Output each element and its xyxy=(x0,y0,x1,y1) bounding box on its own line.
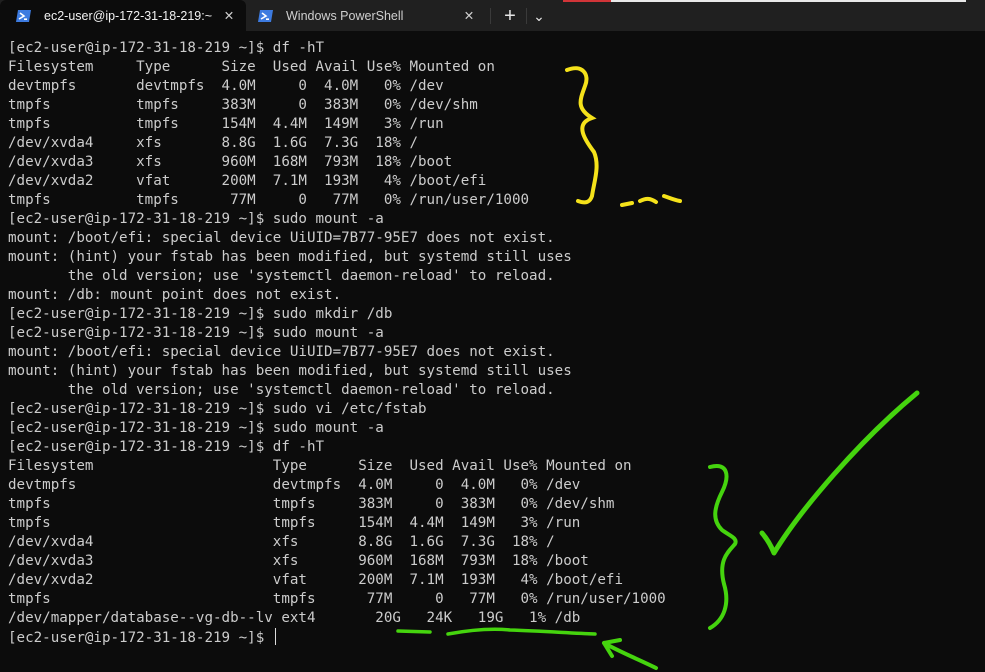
terminal-prompt-line[interactable]: [ec2-user@ip-172-31-18-219 ~]$ xyxy=(8,628,985,647)
terminal-line: mount: (hint) your fstab has been modifi… xyxy=(8,363,572,379)
terminal-line: tmpfs tmpfs 77M 0 77M 0% /run/user/1000 xyxy=(8,192,530,208)
terminal-line: [ec2-user@ip-172-31-18-219 ~]$ sudo vi /… xyxy=(8,401,427,417)
terminal-line: /dev/xvda4 xfs 8.8G 1.6G 7.3G 18% / xyxy=(8,135,418,151)
terminal-line: devtmpfs devtmpfs 4.0M 0 4.0M 0% /dev xyxy=(8,78,444,94)
powershell-icon xyxy=(16,7,34,25)
terminal-line: Filesystem Type Size Used Avail Use% Mou… xyxy=(8,59,495,75)
terminal-line: the old version; use 'systemctl daemon-r… xyxy=(8,268,555,284)
window-accent-strip xyxy=(563,0,611,2)
terminal-line: tmpfs tmpfs 154M 4.4M 149M 3% /run xyxy=(8,116,444,132)
terminal-line: mount: /boot/efi: special device UiUID=7… xyxy=(8,230,555,246)
terminal-output[interactable]: [ec2-user@ip-172-31-18-219 ~]$ df -hT Fi… xyxy=(8,39,985,647)
terminal-line: /dev/xvda3 xfs 960M 168M 793M 18% /boot xyxy=(8,553,589,569)
terminal-line: /dev/xvda2 vfat 200M 7.1M 193M 4% /boot/… xyxy=(8,173,487,189)
tab-label: Windows PowerShell xyxy=(286,8,404,23)
terminal-line: tmpfs tmpfs 77M 0 77M 0% /run/user/1000 xyxy=(8,591,666,607)
terminal-line: [ec2-user@ip-172-31-18-219 ~]$ df -hT xyxy=(8,439,325,455)
tab-ec2-session[interactable]: ec2-user@ip-172-31-18-219:~ ✕ xyxy=(0,0,246,31)
terminal-line: [ec2-user@ip-172-31-18-219 ~]$ sudo moun… xyxy=(8,325,384,341)
terminal-line: tmpfs tmpfs 383M 0 383M 0% /dev/shm xyxy=(8,97,478,113)
terminal-line: [ec2-user@ip-172-31-18-219 ~]$ sudo moun… xyxy=(8,420,384,436)
tab-bar: ec2-user@ip-172-31-18-219:~ ✕ Windows Po… xyxy=(0,0,985,31)
close-icon[interactable]: ✕ xyxy=(458,5,480,27)
chevron-down-icon[interactable]: ⌄ xyxy=(526,3,552,29)
terminal-line: [ec2-user@ip-172-31-18-219 ~]$ sudo mkdi… xyxy=(8,306,393,322)
terminal-line: /dev/xvda4 xfs 8.8G 1.6G 7.3G 18% / xyxy=(8,534,555,550)
terminal-window: ec2-user@ip-172-31-18-219:~ ✕ Windows Po… xyxy=(0,0,985,672)
window-highlight-strip xyxy=(611,0,966,2)
text-cursor xyxy=(274,628,276,645)
terminal-line: /dev/mapper/database--vg-db--lv ext4 20G… xyxy=(8,610,581,626)
tab-windows-powershell[interactable]: Windows PowerShell ✕ xyxy=(246,0,486,31)
terminal-line: the old version; use 'systemctl daemon-r… xyxy=(8,382,555,398)
terminal-line: tmpfs tmpfs 154M 4.4M 149M 3% /run xyxy=(8,515,581,531)
tab-label: ec2-user@ip-172-31-18-219:~ xyxy=(44,8,212,23)
close-icon[interactable]: ✕ xyxy=(218,5,240,27)
terminal-line: mount: /db: mount point does not exist. xyxy=(8,287,342,303)
terminal-line: tmpfs tmpfs 383M 0 383M 0% /dev/shm xyxy=(8,496,615,512)
terminal-line: /dev/xvda2 vfat 200M 7.1M 193M 4% /boot/… xyxy=(8,572,623,588)
terminal-line: mount: (hint) your fstab has been modifi… xyxy=(8,249,572,265)
terminal-line: [ec2-user@ip-172-31-18-219 ~]$ df -hT xyxy=(8,40,325,56)
terminal-line: Filesystem Type Size Used Avail Use% Mou… xyxy=(8,458,632,474)
tab-separator xyxy=(490,8,491,24)
powershell-icon xyxy=(258,7,276,25)
terminal-line: mount: /boot/efi: special device UiUID=7… xyxy=(8,344,555,360)
new-tab-button[interactable]: + xyxy=(497,3,523,29)
terminal-line: /dev/xvda3 xfs 960M 168M 793M 18% /boot xyxy=(8,154,453,170)
terminal-prompt: [ec2-user@ip-172-31-18-219 ~]$ xyxy=(8,630,273,646)
terminal-line: [ec2-user@ip-172-31-18-219 ~]$ sudo moun… xyxy=(8,211,384,227)
terminal-line: devtmpfs devtmpfs 4.0M 0 4.0M 0% /dev xyxy=(8,477,581,493)
